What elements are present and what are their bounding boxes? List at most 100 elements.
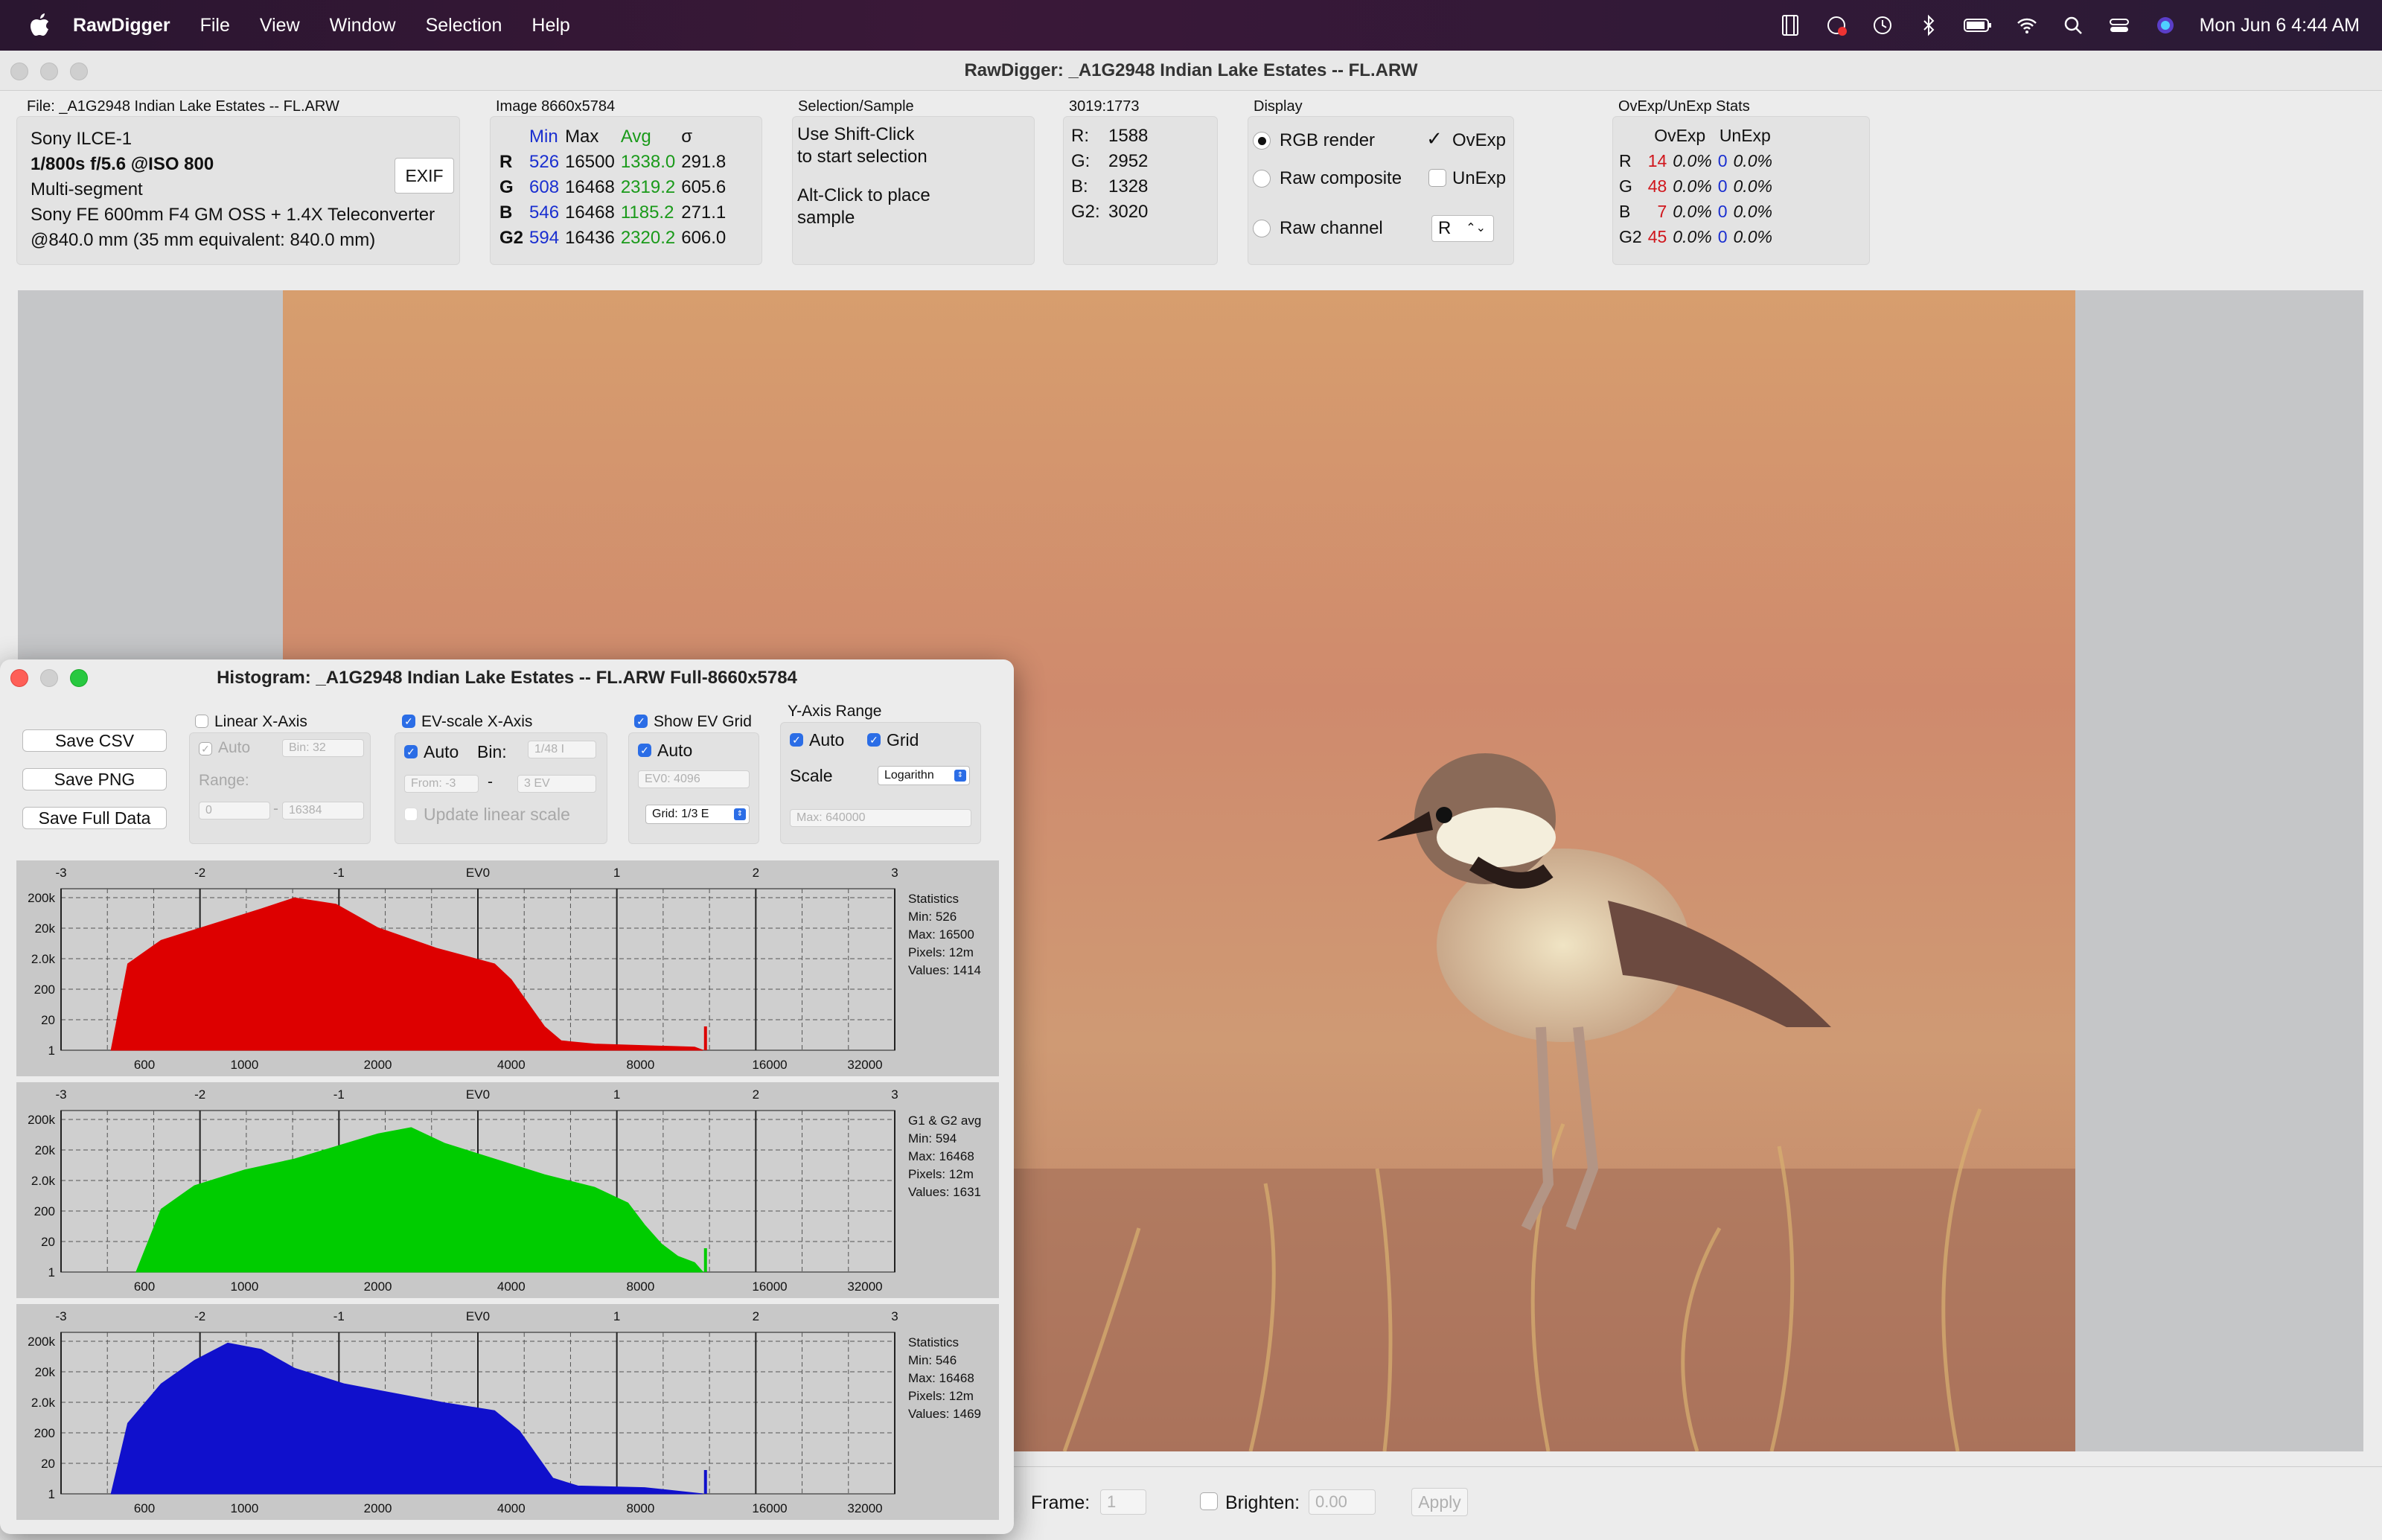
- selection-panel: Use Shift-Click to start selection Alt-C…: [792, 116, 1035, 265]
- ev-tick-label: EV0: [466, 1087, 490, 1102]
- min-value: 526: [529, 152, 560, 172]
- x-tick-label: 4000: [497, 1279, 526, 1294]
- avg-value: 1185.2: [620, 202, 674, 223]
- battery-icon[interactable]: [1963, 13, 1993, 37]
- grid-step-select[interactable]: Grid: 1/3 E ⇕: [645, 805, 750, 824]
- ev-tick-label: 1: [613, 1087, 620, 1102]
- linear-bin-field[interactable]: Bin: 32: [282, 739, 364, 757]
- menu-selection[interactable]: Selection: [426, 15, 502, 36]
- range-from-field[interactable]: 0: [199, 802, 270, 819]
- save-full-data-button[interactable]: Save Full Data: [22, 807, 167, 829]
- menu-view[interactable]: View: [260, 15, 300, 36]
- wifi-icon[interactable]: [2015, 13, 2039, 37]
- save-png-button[interactable]: Save PNG: [22, 768, 167, 790]
- ev-grid-auto-checkbox[interactable]: ✓: [638, 744, 651, 757]
- bluetooth-icon[interactable]: [1917, 13, 1941, 37]
- stats-line: Max: 16500: [908, 927, 974, 942]
- histogram-green-plot: 200k 20k 2.0k 200 20 1 -3 -2 -1 EV0 1 2 3 600 1000 2000…: [28, 1087, 898, 1294]
- show-ev-grid-checkbox[interactable]: ✓: [634, 715, 648, 728]
- table-row: B 7 0.0% 0 0.0%: [1616, 199, 1775, 224]
- raw-channel-select[interactable]: R ⌃⌄: [1431, 215, 1494, 242]
- ev-tick-label: 2: [753, 1087, 759, 1102]
- minimize-window-button[interactable]: [40, 63, 58, 80]
- linear-auto-checkbox[interactable]: ✓: [199, 742, 212, 755]
- ev-tick-label: 3: [891, 1087, 898, 1102]
- ev-from-field[interactable]: From: -3: [404, 775, 479, 793]
- menu-help[interactable]: Help: [531, 15, 569, 36]
- y-tick-label: 2.0k: [31, 1396, 56, 1410]
- range-to-field[interactable]: 16384: [282, 802, 364, 819]
- ev-to-field[interactable]: 3 EV: [517, 775, 596, 793]
- frame-stepper[interactable]: 1: [1100, 1489, 1146, 1515]
- apple-menu-icon[interactable]: [28, 13, 51, 38]
- linear-x-checkbox[interactable]: [195, 715, 208, 728]
- update-linear-checkbox[interactable]: [404, 808, 418, 821]
- y-tick-label: 20: [41, 1235, 55, 1249]
- spotlight-search-icon[interactable]: [2061, 13, 2085, 37]
- histogram-window: Histogram: _A1G2948 Indian Lake Estates …: [0, 659, 1014, 1534]
- time-machine-icon[interactable]: [1871, 13, 1894, 37]
- ev-tick-label: -2: [194, 1087, 205, 1102]
- save-csv-button[interactable]: Save CSV: [22, 729, 167, 752]
- ev-tick-label: -2: [194, 866, 205, 880]
- histogram-blue-plot: 200k 20k 2.0k 200 20 1 -3 -2 -1 EV0 1 2 3 600 1000 2000…: [28, 1309, 898, 1515]
- ev-auto-checkbox[interactable]: ✓: [404, 745, 418, 758]
- stats-line: Statistics: [908, 1335, 959, 1349]
- minimize-histogram-button[interactable]: [40, 669, 58, 687]
- app-menu[interactable]: RawDigger: [73, 15, 170, 36]
- menu-window[interactable]: Window: [330, 15, 396, 36]
- rgb-render-radio[interactable]: [1253, 132, 1271, 150]
- ev-tick-label: -2: [194, 1309, 205, 1323]
- brighten-input[interactable]: 0.00: [1309, 1489, 1376, 1515]
- brighten-checkbox[interactable]: [1200, 1492, 1218, 1510]
- histogram-window-title: Histogram: _A1G2948 Indian Lake Estates …: [217, 668, 797, 688]
- histogram-blue[interactable]: 200k 20k 2.0k 200 20 1 -3 -2 -1 EV0 1 2 3 600 1000 2000…: [16, 1304, 999, 1520]
- x-tick-label: 16000: [752, 1058, 787, 1072]
- close-window-button[interactable]: [10, 63, 28, 80]
- ev-tick-label: -1: [333, 1309, 345, 1323]
- ev-tick-label: 2: [753, 866, 759, 880]
- apply-button[interactable]: Apply: [1411, 1488, 1468, 1516]
- zoom-histogram-button[interactable]: [70, 669, 88, 687]
- control-center-icon[interactable]: [2107, 13, 2131, 37]
- avg-value: 2320.2: [620, 228, 676, 248]
- y-grid-checkbox[interactable]: ✓: [867, 733, 881, 747]
- siri-icon[interactable]: [2153, 13, 2177, 37]
- ev0-field[interactable]: EV0: 4096: [638, 770, 750, 788]
- y-tick-label: 20: [41, 1457, 55, 1471]
- sample-val: 1328: [1108, 176, 1149, 197]
- exposure-info: 1/800s f/5.6 @ISO 800: [31, 154, 214, 174]
- ev-tick-label: -1: [333, 866, 345, 880]
- selection-panel-label: Selection/Sample: [798, 98, 914, 115]
- ovexp-checkbox[interactable]: ✓: [1425, 129, 1443, 148]
- menubar-clock[interactable]: Mon Jun 6 4:44 AM: [2200, 15, 2360, 36]
- x-tick-label: 4000: [497, 1058, 526, 1072]
- exif-button[interactable]: EXIF: [395, 158, 454, 194]
- header-unexp: UnExp: [1719, 125, 1771, 145]
- min-value: 546: [529, 202, 560, 223]
- focal-length: @840.0 mm (35 mm equivalent: 840.0 mm): [31, 230, 376, 250]
- histogram-red[interactable]: 200k 20k 2.0k 200 20 1 -3 -2 -1 EV0 1 2 3 600 1000 2000…: [16, 860, 999, 1076]
- ev-bin-select[interactable]: 1/48 I: [528, 741, 596, 758]
- menu-file[interactable]: File: [200, 15, 230, 36]
- y-max-field[interactable]: Max: 640000: [790, 809, 971, 827]
- screen-record-icon[interactable]: [1824, 13, 1848, 37]
- histogram-green[interactable]: 200k 20k 2.0k 200 20 1 -3 -2 -1 EV0 1 2 3 600 1000 2000…: [16, 1082, 999, 1298]
- y-auto-checkbox[interactable]: ✓: [790, 733, 803, 747]
- ev-scale-checkbox[interactable]: ✓: [402, 715, 415, 728]
- zoom-window-button[interactable]: [70, 63, 88, 80]
- film-icon[interactable]: [1778, 13, 1802, 37]
- x-tick-label: 600: [134, 1279, 155, 1294]
- raw-composite-radio[interactable]: [1253, 170, 1271, 188]
- y-tick-label: 200k: [28, 1335, 55, 1349]
- histogram-blue-stats: Statistics Min: 546 Max: 16468 Pixels: 1…: [908, 1334, 981, 1423]
- ev-tick-label: 1: [613, 866, 620, 880]
- x-tick-label: 1000: [230, 1058, 258, 1072]
- unexp-percent: 0.0%: [1733, 150, 1772, 170]
- x-tick-label: 8000: [626, 1279, 654, 1294]
- y-scale-select[interactable]: Logarithn ⇕: [878, 766, 970, 785]
- ev-tick-label: 1: [613, 1309, 620, 1323]
- unexp-checkbox[interactable]: [1428, 169, 1446, 187]
- close-histogram-button[interactable]: [10, 669, 28, 687]
- raw-channel-radio[interactable]: [1253, 220, 1271, 237]
